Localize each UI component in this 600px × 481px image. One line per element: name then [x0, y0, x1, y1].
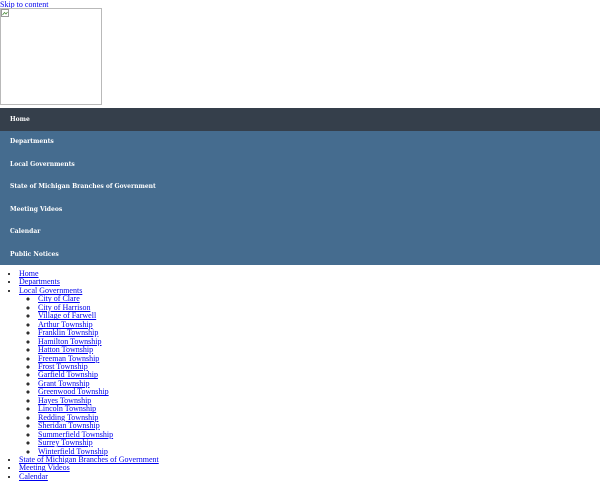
site-logo[interactable]	[0, 8, 102, 105]
broken-image-icon	[1, 9, 9, 17]
main-navigation: Home Departments Local Governments State…	[0, 108, 600, 265]
nav-item-local-governments[interactable]: Local Governments	[0, 153, 600, 176]
sitemap-list: Home Departments Local Governments City …	[0, 269, 159, 481]
nav-item-calendar[interactable]: Calendar	[0, 221, 600, 244]
nav-item-state-branches[interactable]: State of Michigan Branches of Government	[0, 176, 600, 199]
list-item: Local Governments City of Clare City of …	[19, 286, 159, 456]
local-governments-sublist: City of Clare City of Harrison Village o…	[19, 295, 159, 456]
nav-item-home[interactable]: Home	[0, 108, 600, 131]
nav-item-public-notices[interactable]: Public Notices	[0, 243, 600, 266]
nav-item-departments[interactable]: Departments	[0, 131, 600, 154]
nav-item-meeting-videos[interactable]: Meeting Videos	[0, 198, 600, 221]
